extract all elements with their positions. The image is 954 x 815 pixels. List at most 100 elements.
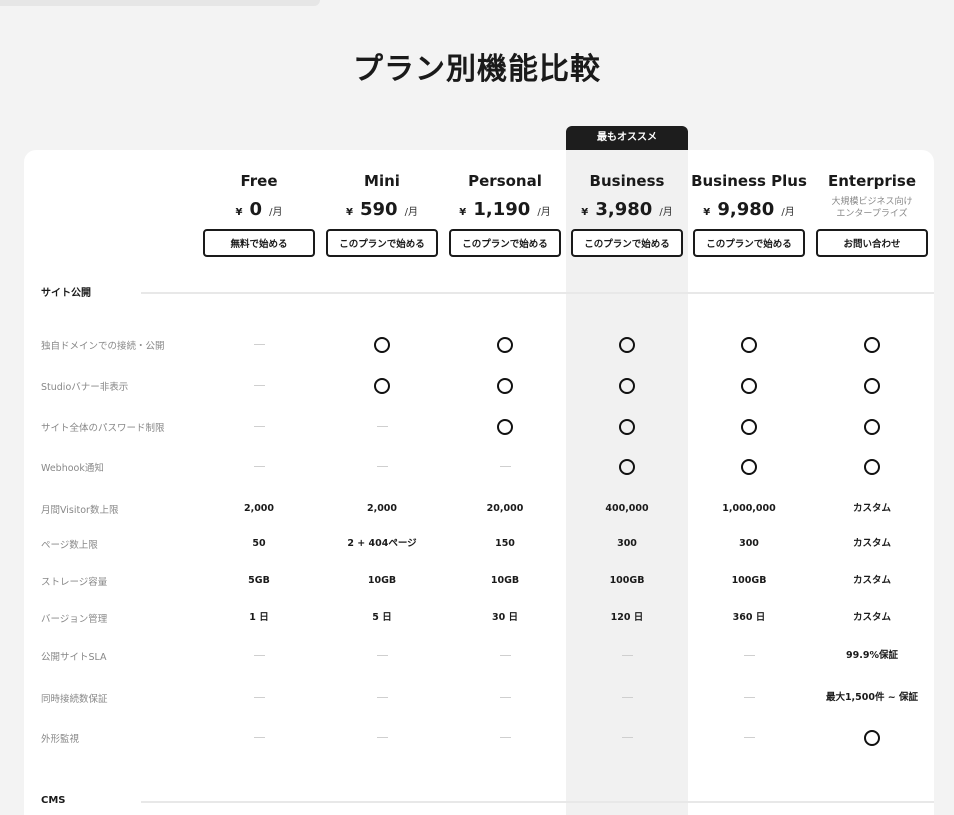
feature-cell: 30 日 — [444, 608, 566, 628]
recommended-badge: 最もオススメ — [566, 126, 688, 150]
cell-value: 300 — [739, 538, 759, 549]
plan-column-mini: Mini ¥ 590 /月 このプランで始める — [321, 150, 443, 270]
feature-cell — [198, 376, 320, 396]
cell-value: 360 日 — [732, 612, 766, 623]
feature-cell — [566, 688, 688, 708]
circle-icon — [741, 418, 757, 435]
dash-icon — [253, 385, 265, 386]
price-unit: /月 — [659, 207, 673, 218]
feature-cell — [688, 646, 810, 666]
plan-name: Free — [240, 172, 278, 190]
dash-icon — [376, 655, 388, 656]
cell-value: 300 — [617, 538, 637, 549]
feature-cell — [566, 335, 688, 355]
plan-price: ¥ 0 /月 — [198, 199, 320, 220]
feature-cell — [321, 728, 443, 748]
feature-cell — [198, 688, 320, 708]
feature-cell — [444, 728, 566, 748]
feature-cell — [444, 688, 566, 708]
dash-icon — [499, 655, 511, 656]
circle-icon — [374, 377, 390, 394]
dash-icon — [621, 697, 633, 698]
dash-icon — [499, 737, 511, 738]
feature-cell: 100GB — [566, 571, 688, 591]
feature-cell: 5 日 — [321, 608, 443, 628]
feature-cell — [688, 376, 810, 396]
dash-icon — [376, 737, 388, 738]
price-amount: 1,190 — [473, 199, 531, 220]
feature-cell — [688, 728, 810, 748]
dash-icon — [253, 344, 265, 345]
feature-label: 同時接続数保証 — [41, 694, 108, 705]
feature-cell — [688, 457, 810, 477]
price-amount: 590 — [360, 199, 398, 220]
cell-value: 5GB — [248, 575, 270, 586]
feature-label: ページ数上限 — [41, 540, 98, 551]
feature-cell — [811, 417, 933, 437]
dash-icon — [253, 737, 265, 738]
price-unit: /月 — [537, 207, 551, 218]
feature-cell: カスタム — [811, 608, 933, 628]
dash-icon — [499, 697, 511, 698]
cell-value: カスタム — [852, 612, 891, 623]
feature-cell — [688, 688, 810, 708]
circle-icon — [741, 336, 757, 353]
cell-value: 150 — [495, 538, 515, 549]
feature-cell — [321, 688, 443, 708]
start-plan-button-business-plus[interactable]: このプランで始める — [693, 229, 805, 257]
currency-symbol: ¥ — [581, 207, 589, 218]
cell-value: 50 — [252, 538, 266, 549]
feature-cell: 10GB — [444, 571, 566, 591]
feature-cell — [198, 457, 320, 477]
start-plan-button-enterprise[interactable]: お問い合わせ — [816, 229, 928, 257]
plan-note: 大規模ビジネス向け エンタープライズ — [811, 196, 933, 220]
currency-symbol: ¥ — [235, 207, 243, 218]
section-title: サイト公開 — [41, 288, 91, 299]
feature-cell — [198, 417, 320, 437]
feature-cell: 1,000,000 — [688, 499, 810, 519]
cell-value: 100GB — [731, 575, 767, 586]
feature-cell — [321, 417, 443, 437]
section-divider — [141, 292, 934, 294]
feature-cell: 150 — [444, 534, 566, 554]
circle-icon — [374, 336, 390, 353]
start-plan-button-mini[interactable]: このプランで始める — [326, 229, 438, 257]
dash-icon — [743, 737, 755, 738]
plan-column-free: Free ¥ 0 /月無料で始める — [198, 150, 320, 270]
plan-column-enterprise: Enterprise 大規模ビジネス向け エンタープライズ お問い合わせ — [811, 150, 933, 270]
price-amount: 9,980 — [717, 199, 775, 220]
feature-label: Studioバナー非表示 — [41, 382, 129, 393]
start-plan-button-personal[interactable]: このプランで始める — [449, 229, 561, 257]
price-amount: 0 — [249, 199, 263, 220]
feature-cell: 2 + 404ページ — [321, 534, 443, 554]
feature-cell — [321, 376, 443, 396]
cell-value: 1,000,000 — [722, 503, 776, 514]
circle-icon — [619, 377, 635, 394]
plan-price: ¥ 590 /月 — [321, 199, 443, 220]
plan-column-business: Business ¥ 3,980 /月 このプランで始める — [566, 150, 688, 270]
plan-column-business-plus: Business Plus ¥ 9,980 /月 このプランで始める — [688, 150, 810, 270]
feature-cell: 20,000 — [444, 499, 566, 519]
feature-label: バージョン管理 — [41, 614, 108, 625]
feature-cell: 120 日 — [566, 608, 688, 628]
feature-cell — [321, 335, 443, 355]
cell-value: 10GB — [367, 575, 397, 586]
start-plan-button-free[interactable]: 無料で始める — [203, 229, 315, 257]
cell-value: 30 日 — [491, 612, 519, 623]
feature-cell: 50 — [198, 534, 320, 554]
feature-cell — [321, 457, 443, 477]
dash-icon — [743, 697, 755, 698]
cell-value: 2,000 — [366, 503, 398, 514]
feature-cell: カスタム — [811, 499, 933, 519]
cell-value: 100GB — [609, 575, 645, 586]
start-plan-button-business[interactable]: このプランで始める — [571, 229, 683, 257]
cell-value: 最大1,500件 ~ 保証 — [825, 692, 919, 703]
section-title: CMS — [41, 795, 66, 806]
dash-icon — [253, 426, 265, 427]
circle-icon — [497, 418, 513, 435]
circle-icon — [864, 336, 880, 353]
circle-icon — [741, 458, 757, 475]
dash-icon — [621, 737, 633, 738]
feature-cell — [811, 335, 933, 355]
feature-cell: 5GB — [198, 571, 320, 591]
